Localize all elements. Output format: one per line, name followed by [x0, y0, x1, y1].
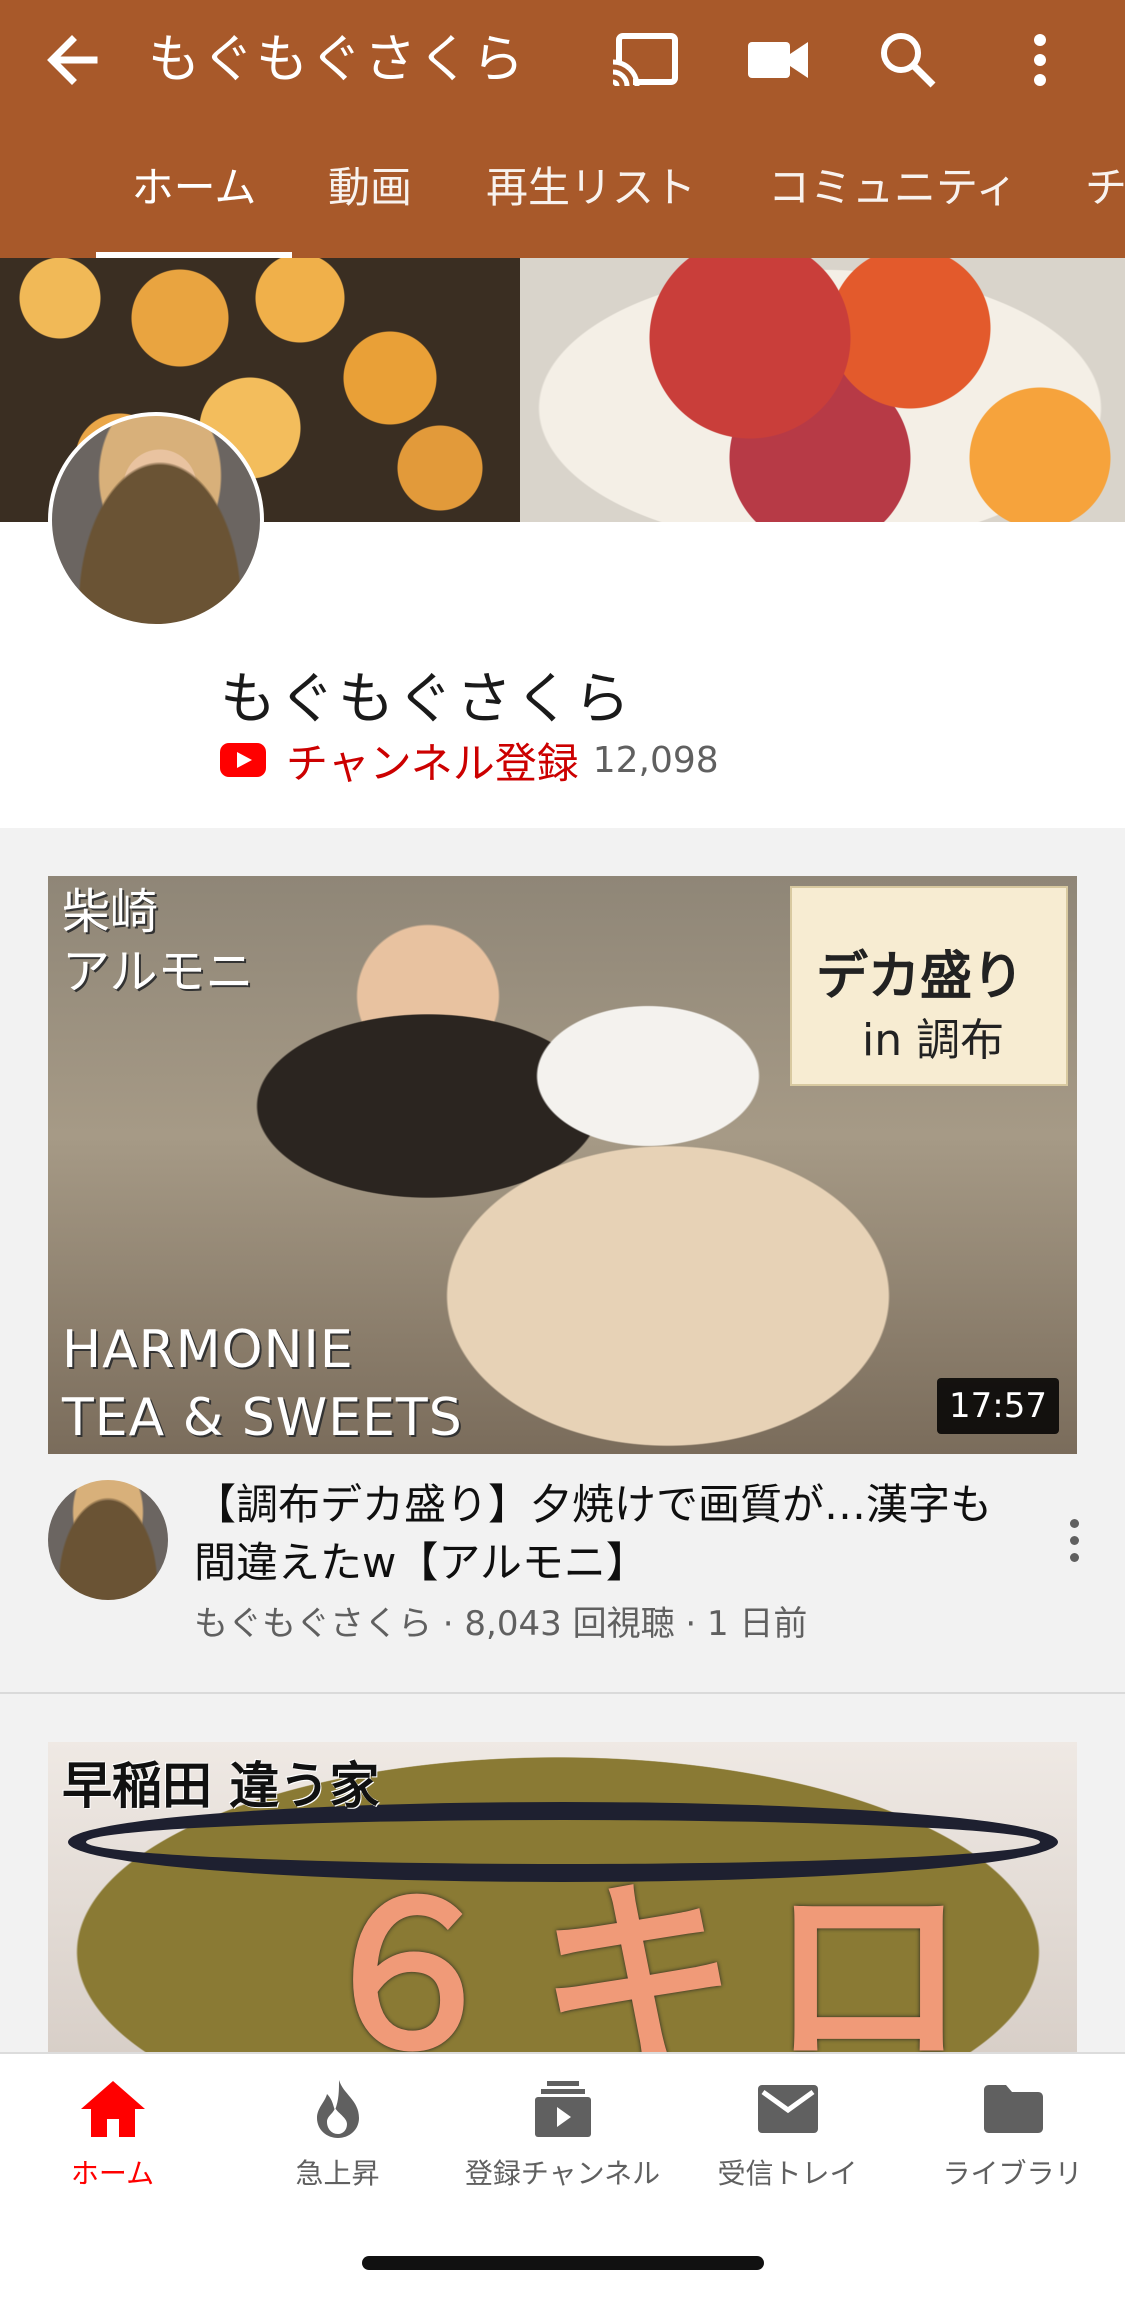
nav-library[interactable]: ライブラリ — [900, 2074, 1125, 2194]
thumbnail-caption-line: 柴崎 — [62, 884, 159, 940]
library-folder-icon — [978, 2074, 1048, 2144]
home-icon — [78, 2074, 148, 2144]
nav-trending[interactable]: 急上昇 — [225, 2074, 450, 2194]
tab-channels[interactable]: チ — [1085, 140, 1125, 258]
more-vert-icon[interactable] — [1000, 20, 1080, 100]
channel-name: もぐもぐさくら — [220, 667, 633, 732]
tab-community[interactable]: コミュニティ — [768, 140, 1017, 258]
video-camera-icon[interactable] — [738, 20, 818, 100]
nav-subscriptions[interactable]: 登録チャンネル — [450, 2074, 675, 2194]
search-icon[interactable] — [868, 20, 948, 100]
nav-home-label: ホーム — [70, 2157, 155, 2190]
thumbnail-caption-line: HARMONIE — [62, 1320, 354, 1380]
tab-home[interactable]: ホーム — [96, 140, 292, 258]
thumbnail-caption-big: ６キロ — [308, 1861, 999, 2053]
more-vert-icon[interactable] — [1050, 1500, 1098, 1580]
trending-flame-icon — [303, 2074, 373, 2144]
channel-title: もぐもぐさくら — [148, 30, 527, 90]
video-thumbnail[interactable]: 柴崎 アルモニ デカ盛り in 調布 HARMONIE TEA & SWEETS… — [48, 876, 1077, 1454]
video-thumbnail[interactable]: 早稲田 違う家 ６キロ — [48, 1742, 1077, 2052]
subscriber-count: 12,098 — [592, 739, 719, 781]
video-card: 柴崎 アルモニ デカ盛り in 調布 HARMONIE TEA & SWEETS… — [0, 828, 1125, 1694]
nav-subscriptions-label: 登録チャンネル — [464, 2157, 661, 2190]
cast-icon[interactable] — [604, 20, 684, 100]
channel-avatar[interactable] — [48, 412, 264, 628]
thumbnail-caption-top: 早稲田 違う家 — [62, 1757, 380, 1815]
tab-home-label: ホーム — [131, 163, 257, 212]
thumbnail-caption-line: TEA & SWEETS — [62, 1388, 463, 1448]
channel-tabs: ホーム 動画 再生リスト コミュニティ チ — [0, 140, 1125, 258]
tab-playlists[interactable]: 再生リスト — [486, 140, 696, 258]
youtube-logo-icon — [220, 743, 266, 777]
thumbnail-caption-bottom: HARMONIE TEA & SWEETS — [62, 1316, 463, 1452]
app-bar: もぐもぐさくら ホーム 動画 再生リスト コミュニティ チ — [0, 0, 1125, 258]
subscriptions-icon — [528, 2074, 598, 2144]
thumbnail-sign-sub: in 調布 — [862, 1015, 1005, 1066]
nav-trending-label: 急上昇 — [295, 2157, 380, 2190]
toolbar: もぐもぐさくら — [0, 0, 1125, 120]
nav-inbox[interactable]: 受信トレイ — [675, 2074, 900, 2194]
video-title[interactable]: 【調布デカ盛り】夕焼けで画質が…漢字も間違えたw【アルモニ】 — [194, 1476, 1024, 1592]
banner-image-right — [520, 258, 1125, 522]
thumbnail-caption-top: 柴崎 アルモニ — [62, 882, 254, 1002]
subscribe-button[interactable]: チャンネル登録 12,098 — [220, 730, 719, 790]
back-arrow-icon[interactable] — [40, 24, 104, 96]
inbox-mail-icon — [753, 2074, 823, 2144]
nav-home[interactable]: ホーム — [0, 2074, 225, 2194]
subscribe-label: チャンネル登録 — [286, 738, 579, 788]
thumbnail-caption-line: アルモニ — [62, 944, 254, 1000]
video-channel-avatar[interactable] — [48, 1480, 168, 1600]
home-indicator[interactable] — [362, 2256, 764, 2270]
thumbnail-sign: デカ盛り in 調布 — [790, 886, 1068, 1086]
nav-library-label: ライブラリ — [942, 2157, 1083, 2190]
tab-videos[interactable]: 動画 — [328, 140, 412, 258]
thumbnail-sign-title: デカ盛り — [816, 947, 1025, 1007]
nav-inbox-label: 受信トレイ — [717, 2157, 858, 2190]
duration-badge: 17:57 — [937, 1378, 1059, 1434]
video-meta: もぐもぐさくら · 8,043 回視聴 · 1 日前 — [194, 1604, 808, 1644]
